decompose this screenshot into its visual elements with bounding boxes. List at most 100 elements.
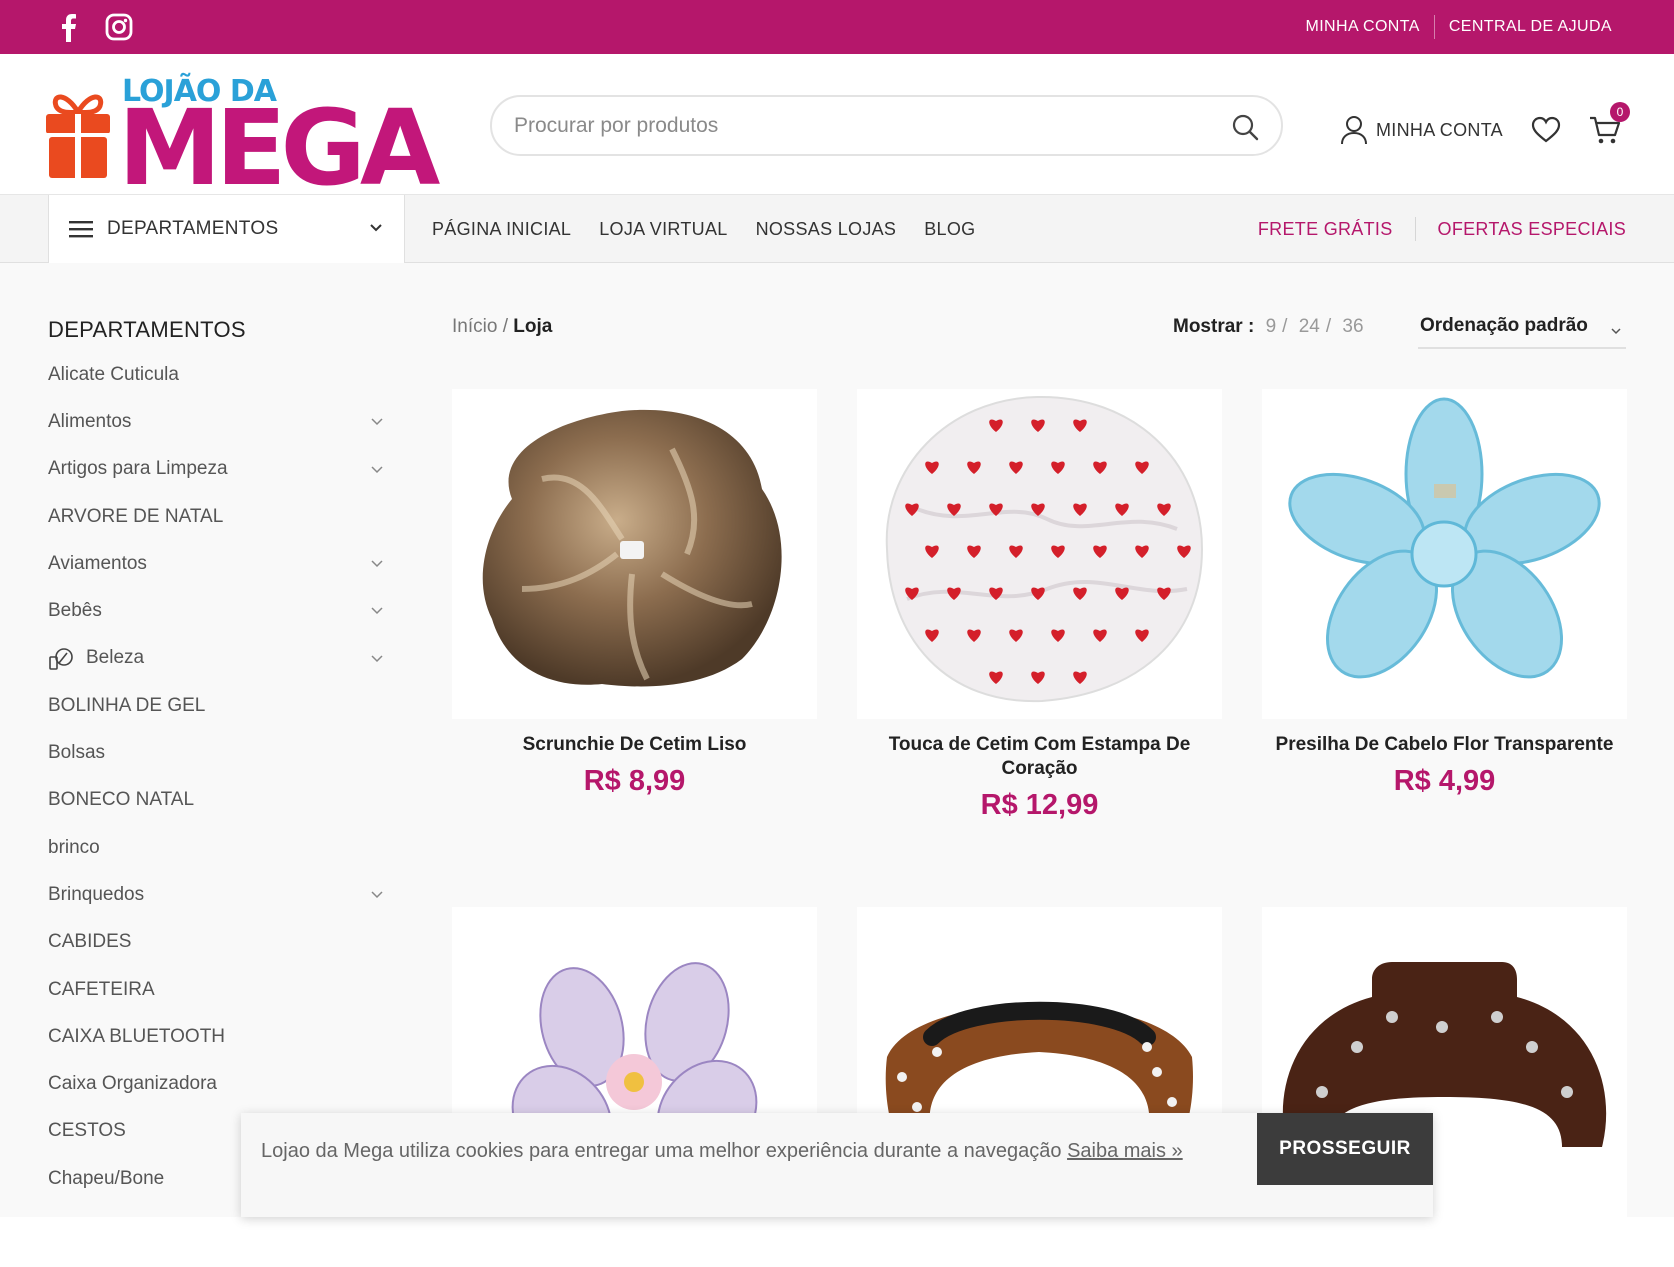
sidebar-category-item[interactable]: Alicate Cuticula <box>48 351 408 398</box>
search-icon[interactable] <box>1231 113 1259 141</box>
product-card[interactable]: Presilha De Cabelo Flor Transparente R$ … <box>1262 389 1627 798</box>
gift-icon <box>46 94 110 178</box>
breadcrumb-home[interactable]: Início <box>452 316 497 337</box>
sidebar-category-label: CABIDES <box>48 931 132 953</box>
sidebar-category-item[interactable]: BOLINHA DE GEL <box>48 682 408 729</box>
sidebar-category-item[interactable]: Caixa Organizadora <box>48 1060 408 1107</box>
product-name[interactable]: Presilha De Cabelo Flor Transparente <box>1262 733 1627 757</box>
sidebar-category-item[interactable]: brinco <box>48 824 408 871</box>
departments-dropdown[interactable]: DEPARTAMENTOS <box>48 195 405 263</box>
search-input[interactable] <box>514 111 1194 141</box>
per-page-label: Mostrar : <box>1173 316 1255 337</box>
sidebar-category-label: CESTOS <box>48 1120 126 1142</box>
breadcrumb: Início / Loja <box>452 316 552 338</box>
chevron-down-icon[interactable] <box>370 887 384 901</box>
sidebar-category-item[interactable]: Brinquedos <box>48 871 408 918</box>
account-link[interactable]: MINHA CONTA <box>1340 115 1503 145</box>
site-header: LOJÃO DA MEGA MINHA CONTA 0 <box>0 54 1674 200</box>
page-bottom <box>0 1217 1674 1267</box>
category-sidebar: DEPARTAMENTOS Alicate Cuticula Alimentos A… <box>48 317 408 1202</box>
cart-count-badge: 0 <box>1609 102 1630 122</box>
chevron-down-icon[interactable] <box>370 414 384 428</box>
sidebar-category-label: Bebês <box>48 600 102 622</box>
nav-blog[interactable]: BLOG <box>924 219 975 240</box>
per-page-option-24[interactable]: 24 <box>1299 316 1320 337</box>
chevron-down-icon[interactable] <box>370 651 384 665</box>
departments-label: DEPARTAMENTOS <box>107 218 279 239</box>
nav-store[interactable]: LOJA VIRTUAL <box>599 219 727 240</box>
sidebar-category-item[interactable]: CABIDES <box>48 919 408 966</box>
cookie-accept-button[interactable]: PROSSEGUIR <box>1257 1113 1433 1185</box>
product-name[interactable]: Scrunchie De Cetim Liso <box>452 733 817 757</box>
sidebar-category-label: CAIXA BLUETOOTH <box>48 1025 226 1047</box>
top-bar: MINHA CONTA CENTRAL DE AJUDA <box>0 0 1674 54</box>
sort-selected-label: Ordenação padrão <box>1420 315 1588 336</box>
chevron-down-icon <box>370 224 382 232</box>
per-page-selector: Mostrar : 9/ 24/ 36 <box>1173 316 1364 337</box>
sidebar-category-label: Brinquedos <box>48 883 145 905</box>
per-page-option-9[interactable]: 9 <box>1266 316 1277 337</box>
per-page-option-36[interactable]: 36 <box>1342 316 1363 337</box>
sidebar-category-item[interactable]: Beleza <box>48 635 408 682</box>
product-price: R$ 12,99 <box>980 789 1099 821</box>
sidebar-category-label: Artigos para Limpeza <box>48 458 228 480</box>
sidebar-category-label: Alicate Cuticula <box>48 363 179 385</box>
nav-free-shipping[interactable]: FRETE GRÁTIS <box>1236 219 1415 240</box>
cookie-text: Lojao da Mega utiliza cookies para entre… <box>261 1140 1062 1162</box>
account-label: MINHA CONTA <box>1376 119 1503 140</box>
sidebar-category-item[interactable]: ARVORE DE NATAL <box>48 493 408 540</box>
top-link-account[interactable]: MINHA CONTA <box>1291 18 1433 36</box>
product-price: R$ 8,99 <box>583 765 686 797</box>
sidebar-category-item[interactable]: Bebês <box>48 587 408 634</box>
sidebar-category-item[interactable]: Bolsas <box>48 729 408 776</box>
sidebar-category-item[interactable]: CAIXA BLUETOOTH <box>48 1013 408 1060</box>
sidebar-category-label: BOLINHA DE GEL <box>48 694 206 716</box>
logo[interactable]: LOJÃO DA MEGA <box>46 64 456 200</box>
sidebar-category-item[interactable]: Artigos para Limpeza <box>48 446 408 493</box>
sidebar-category-label: ARVORE DE NATAL <box>48 505 224 527</box>
sidebar-category-label: BONECO NATAL <box>48 789 195 811</box>
product-image-flower-clip[interactable] <box>1262 389 1627 719</box>
cookie-banner: Lojao da Mega utiliza cookies para entre… <box>241 1113 1433 1217</box>
product-image-scrunchie[interactable] <box>452 389 817 719</box>
logo-text-main: MEGA <box>118 87 440 209</box>
sidebar-category-item[interactable]: CAFETEIRA <box>48 966 408 1013</box>
chevron-down-icon[interactable] <box>370 462 384 476</box>
top-link-help[interactable]: CENTRAL DE AJUDA <box>1435 18 1626 36</box>
sidebar-category-label: Aviamentos <box>48 552 147 574</box>
main-nav: DEPARTAMENTOS PÁGINA INICIAL LOJA VIRTUA… <box>0 195 1674 263</box>
nav-special-offers[interactable]: OFERTAS ESPECIAIS <box>1416 219 1626 240</box>
cart-button[interactable]: 0 <box>1589 102 1630 146</box>
product-card[interactable]: Scrunchie De Cetim Liso R$ 8,99 <box>452 389 817 798</box>
cookie-message: Lojao da Mega utiliza cookies para entre… <box>261 1135 1221 1167</box>
nav-our-stores[interactable]: NOSSAS LOJAS <box>756 219 897 240</box>
facebook-icon[interactable] <box>55 12 83 42</box>
sidebar-category-label: Alimentos <box>48 410 132 432</box>
sort-select[interactable]: Ordenação padrão <box>1418 303 1626 349</box>
product-name[interactable]: Touca de Cetim Com Estampa De Coração <box>857 733 1222 781</box>
sidebar-category-item[interactable]: Aviamentos <box>48 540 408 587</box>
chevron-down-icon[interactable] <box>370 556 384 570</box>
category-list: Alicate Cuticula Alimentos Artigos para Li… <box>48 351 408 1202</box>
chevron-down-icon <box>1611 328 1621 335</box>
sidebar-category-item[interactable]: Alimentos <box>48 398 408 445</box>
breadcrumb-current: Loja <box>513 316 553 337</box>
product-price: R$ 4,99 <box>1393 765 1496 797</box>
search-box <box>490 95 1283 156</box>
cookie-learn-more-link[interactable]: Saiba mais » <box>1067 1140 1183 1162</box>
user-icon <box>1341 116 1367 145</box>
instagram-icon[interactable] <box>105 12 133 42</box>
sidebar-title: DEPARTAMENTOS <box>48 317 246 342</box>
product-image-bonnet[interactable] <box>857 389 1222 719</box>
social-links <box>55 12 133 42</box>
product-card[interactable]: Touca de Cetim Com Estampa De Coração R$… <box>857 389 1222 822</box>
sidebar-category-item[interactable]: BONECO NATAL <box>48 777 408 824</box>
chevron-down-icon[interactable] <box>370 603 384 617</box>
sidebar-category-label: Beleza <box>86 647 145 669</box>
sidebar-category-label: brinco <box>48 836 100 858</box>
nav-home[interactable]: PÁGINA INICIAL <box>432 219 571 240</box>
sidebar-category-label: Caixa Organizadora <box>48 1073 217 1095</box>
sidebar-category-label: Chapeu/Bone <box>48 1167 165 1189</box>
sidebar-category-label: Bolsas <box>48 742 106 764</box>
wishlist-icon[interactable] <box>1531 115 1561 145</box>
